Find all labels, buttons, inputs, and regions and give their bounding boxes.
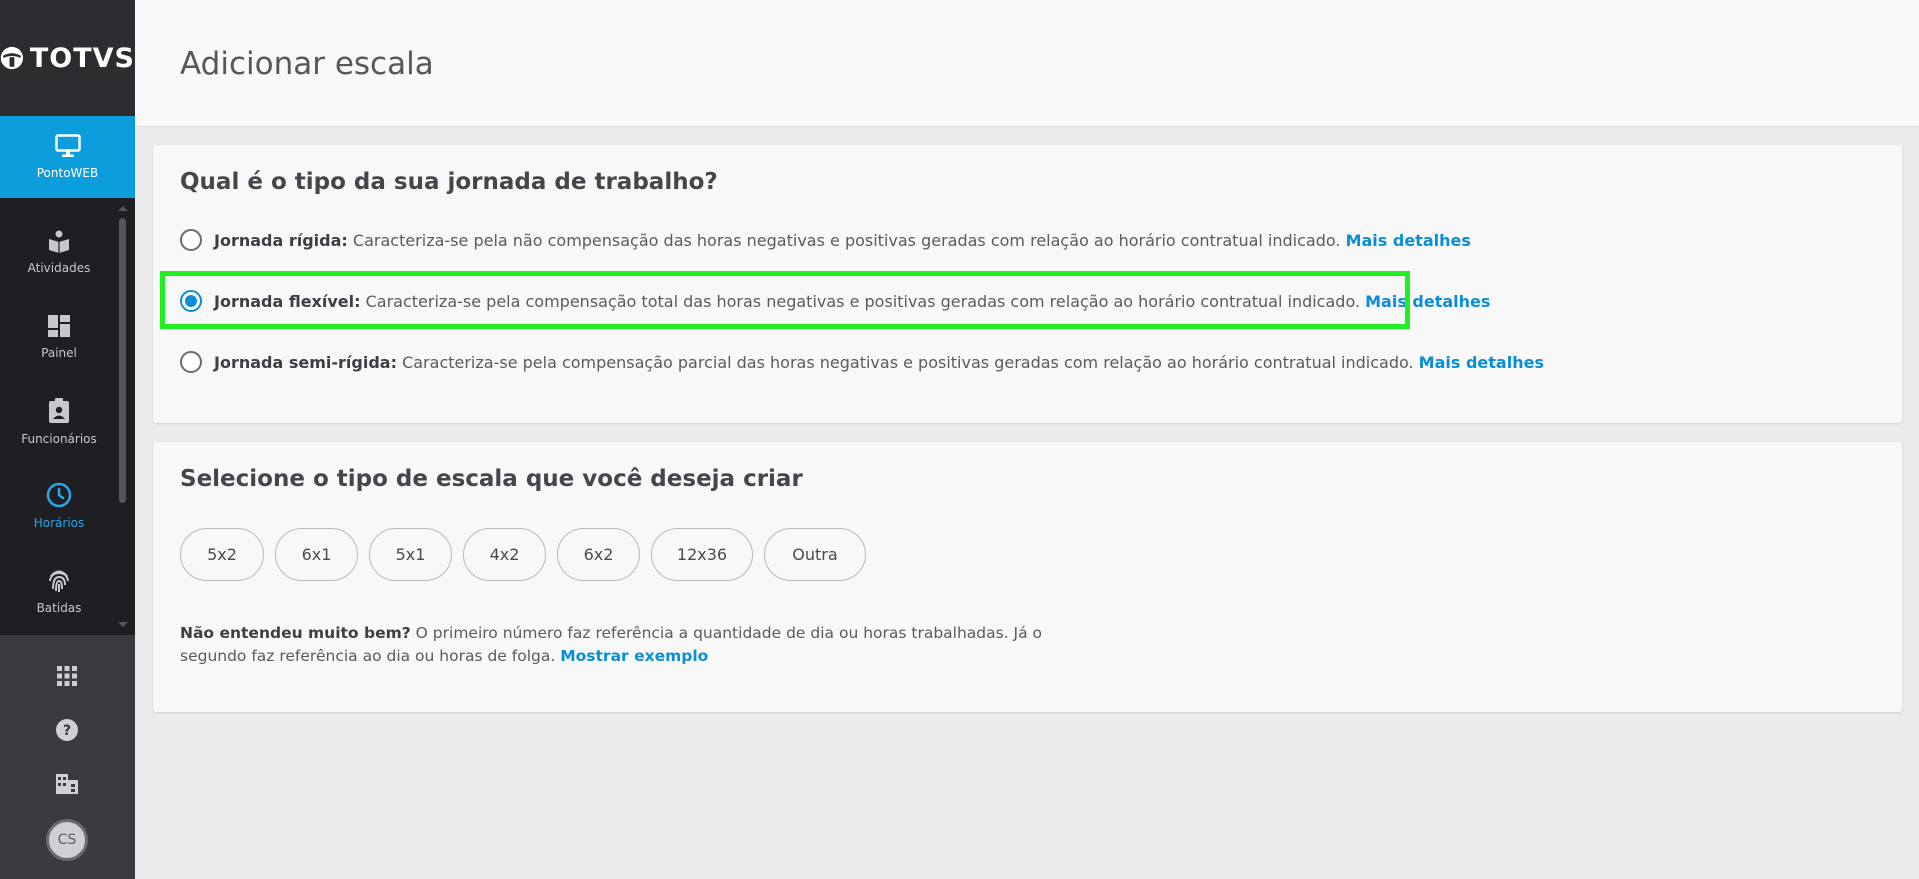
- option-text: Jornada flexível: Caracteriza-se pela co…: [214, 292, 1490, 311]
- mais-detalhes-link[interactable]: Mais detalhes: [1346, 231, 1471, 250]
- mostrar-exemplo-link[interactable]: Mostrar exemplo: [560, 647, 708, 665]
- sidebar-item-horarios[interactable]: Horários: [0, 468, 118, 544]
- sidebar-item-painel[interactable]: Painel: [0, 299, 118, 375]
- option-description: Caracteriza-se pela compensação parcial …: [402, 352, 1414, 372]
- option-text: Jornada rígida: Caracteriza-se pela não …: [214, 231, 1471, 250]
- mais-detalhes-link[interactable]: Mais detalhes: [1365, 292, 1490, 311]
- help-svg: ?: [56, 719, 78, 741]
- apps-grid-svg: [57, 666, 77, 686]
- option-description: Caracteriza-se pela compensação total da…: [365, 291, 1361, 311]
- scale-help-text: Não entendeu muito bem? O primeiro númer…: [180, 622, 1110, 668]
- sidebar-bottom: ? CS: [0, 635, 135, 879]
- option-name: Jornada semi-rígida:: [214, 352, 397, 372]
- svg-text:?: ?: [63, 723, 71, 739]
- scale-options: 5x2 6x1 5x1 4x2 6x2 12x36 Outra: [180, 528, 866, 581]
- fingerprint-icon: [49, 570, 69, 592]
- sidebar-nav: Atividades Painel Funcionários Horários …: [0, 198, 135, 635]
- app-root: TOTVS PontoWEB Atividades Painel Funcion…: [0, 0, 1919, 879]
- totvs-logo[interactable]: TOTVS: [0, 0, 135, 116]
- sidebar-scrollbar[interactable]: [119, 218, 126, 503]
- sidebar-item-funcionarios[interactable]: Funcionários: [0, 384, 118, 460]
- book-reader-icon: [49, 230, 69, 253]
- page-header: Adicionar escala: [135, 0, 1919, 127]
- sidebar: TOTVS PontoWEB Atividades Painel Funcion…: [0, 0, 135, 879]
- building-icon[interactable]: [52, 769, 82, 799]
- badge-icon: [49, 398, 69, 423]
- page-title: Adicionar escala: [180, 46, 434, 82]
- radio-jornada-flexivel[interactable]: Jornada flexível: Caracteriza-se pela co…: [180, 286, 1490, 316]
- sidebar-item-label: Atividades: [27, 261, 91, 275]
- sidebar-item-label: Funcionários: [21, 432, 97, 446]
- scale-option-5x1[interactable]: 5x1: [369, 528, 452, 581]
- avatar[interactable]: CS: [46, 819, 88, 861]
- option-name: Jornada rígida:: [214, 230, 348, 250]
- journey-type-card: Qual é o tipo da sua jornada de trabalho…: [153, 145, 1902, 423]
- sidebar-item-label: Painel: [41, 346, 77, 360]
- journey-question: Qual é o tipo da sua jornada de trabalho…: [180, 169, 718, 195]
- scale-option-12x36[interactable]: 12x36: [651, 528, 753, 581]
- radio-button[interactable]: [180, 351, 202, 373]
- module-pontoweb[interactable]: PontoWEB: [0, 116, 135, 208]
- totvs-logo-icon: [0, 46, 24, 70]
- option-text: Jornada semi-rígida: Caracteriza-se pela…: [214, 353, 1544, 372]
- main-content: Adicionar escala Qual é o tipo da sua jo…: [135, 0, 1919, 879]
- option-description: Caracteriza-se pela não compensação das …: [352, 230, 1341, 250]
- module-label: PontoWEB: [36, 166, 99, 180]
- radio-button[interactable]: [180, 229, 202, 251]
- sidebar-item-label: Horários: [33, 516, 85, 530]
- option-name: Jornada flexível:: [214, 291, 361, 311]
- building-svg: [56, 774, 78, 794]
- radio-jornada-semi-rigida[interactable]: Jornada semi-rígida: Caracteriza-se pela…: [180, 347, 1544, 377]
- scroll-up-arrow[interactable]: [118, 206, 128, 211]
- logo-text: TOTVS: [29, 42, 135, 74]
- scale-type-card: Selecione o tipo de escala que você dese…: [153, 442, 1902, 712]
- monitor-icon: [54, 134, 81, 157]
- help-icon[interactable]: ?: [52, 715, 82, 745]
- radio-button-checked[interactable]: [180, 290, 202, 312]
- clock-icon: [46, 482, 72, 508]
- sidebar-item-batidas[interactable]: Batidas: [0, 553, 118, 629]
- dashboard-icon: [48, 315, 70, 337]
- scale-option-6x2[interactable]: 6x2: [557, 528, 640, 581]
- scroll-down-arrow[interactable]: [118, 622, 128, 627]
- mais-detalhes-link[interactable]: Mais detalhes: [1419, 353, 1544, 372]
- help-bold: Não entendeu muito bem?: [180, 624, 411, 642]
- sidebar-item-atividades[interactable]: Atividades: [0, 214, 118, 290]
- scale-option-6x1[interactable]: 6x1: [275, 528, 358, 581]
- sidebar-item-label: Batidas: [36, 601, 82, 615]
- avatar-initials: CS: [57, 832, 77, 848]
- radio-jornada-rigida[interactable]: Jornada rígida: Caracteriza-se pela não …: [180, 225, 1471, 255]
- scale-option-5x2[interactable]: 5x2: [180, 528, 264, 581]
- scale-option-outra[interactable]: Outra: [764, 528, 866, 581]
- scale-option-4x2[interactable]: 4x2: [463, 528, 546, 581]
- scale-title: Selecione o tipo de escala que você dese…: [180, 466, 803, 492]
- apps-grid-icon[interactable]: [52, 661, 82, 691]
